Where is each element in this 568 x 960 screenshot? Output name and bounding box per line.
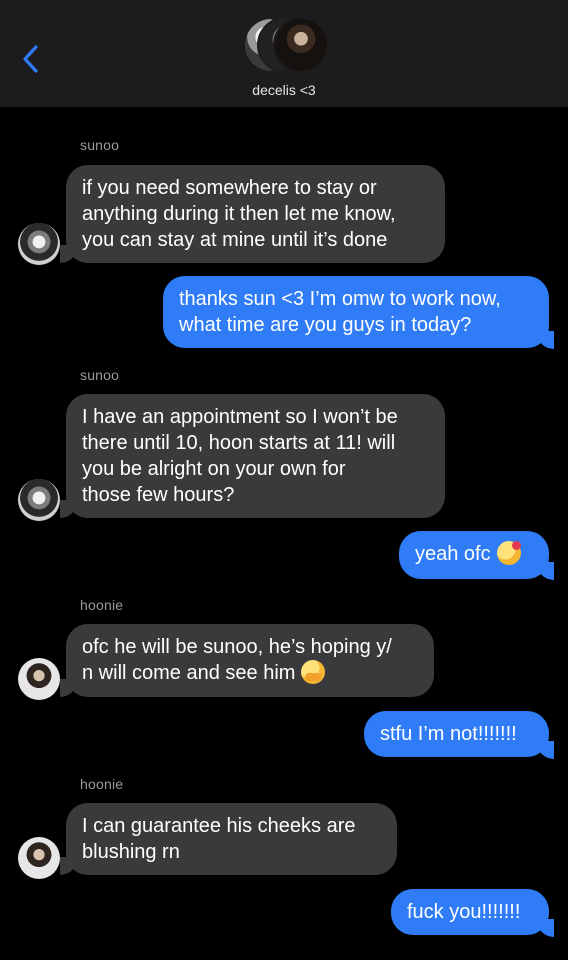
back-button[interactable] <box>18 42 46 76</box>
bubble-tail <box>60 245 76 263</box>
message-bubble-outgoing[interactable]: fuck you!!!!!!! <box>391 889 549 935</box>
sender-name: hoonie <box>80 776 124 792</box>
message-bubble-outgoing[interactable]: thanks sun <3 I’m omw to work now, what … <box>163 276 549 348</box>
bubble-tail <box>538 741 554 759</box>
bubble-tail <box>538 562 554 580</box>
sender-name: sunoo <box>80 137 120 153</box>
avatar[interactable] <box>18 658 60 700</box>
message-bubble-incoming[interactable]: I have an appointment so I won’t be ther… <box>66 394 445 518</box>
message-text: thanks sun <3 I’m omw to work now, <box>179 288 501 310</box>
avatar[interactable] <box>18 223 60 265</box>
message-text: stfu I’m not!!!!!!! <box>380 723 517 745</box>
chat-header: decelis <3 <box>0 0 568 107</box>
avatar[interactable] <box>18 479 60 521</box>
bubble-tail <box>60 679 76 697</box>
message-text: I can guarantee his cheeks are <box>82 815 356 837</box>
sender-name: hoonie <box>80 597 124 613</box>
group-avatars[interactable] <box>243 17 329 73</box>
smiling-face-with-hearts-icon <box>496 541 521 565</box>
chat-title[interactable]: decelis <3 <box>0 82 568 98</box>
message-text: those few hours? <box>82 484 235 506</box>
chevron-left-icon <box>23 45 38 73</box>
bubble-tail <box>60 857 76 875</box>
message-bubble-outgoing[interactable]: stfu I’m not!!!!!!! <box>364 711 549 757</box>
message-text: you be alright on your own for <box>82 458 346 480</box>
message-text: n will come and see him <box>82 660 418 686</box>
sender-name: sunoo <box>80 367 120 383</box>
message-text: anything during it then let me know, <box>82 203 396 225</box>
message-bubble-incoming[interactable]: I can guarantee his cheeks are blushing … <box>66 803 397 875</box>
message-bubble-incoming[interactable]: ofc he will be sunoo, he’s hoping y/ n w… <box>66 624 434 697</box>
avatar <box>273 17 329 73</box>
message-bubble-incoming[interactable]: if you need somewhere to stay or anythin… <box>66 165 445 263</box>
avatar[interactable] <box>18 837 60 879</box>
message-text: I have an appointment so I won’t be <box>82 406 398 428</box>
message-text: what time are you guys in today? <box>179 314 472 336</box>
message-text: you can stay at mine until it’s done <box>82 229 388 251</box>
message-text: fuck you!!!!!!! <box>407 901 521 923</box>
bubble-tail <box>538 331 554 349</box>
message-bubble-outgoing[interactable]: yeah ofc <box>399 531 549 579</box>
message-text: blushing rn <box>82 841 180 863</box>
message-text: yeah ofc <box>415 541 533 567</box>
bubble-tail <box>538 919 554 937</box>
bubble-tail <box>60 500 76 518</box>
hand-over-mouth-face-icon <box>301 660 326 684</box>
message-text: there until 10, hoon starts at 11! will <box>82 432 396 454</box>
message-text: if you need somewhere to stay or <box>82 177 377 199</box>
message-text: ofc he will be sunoo, he’s hoping y/ <box>82 636 392 658</box>
